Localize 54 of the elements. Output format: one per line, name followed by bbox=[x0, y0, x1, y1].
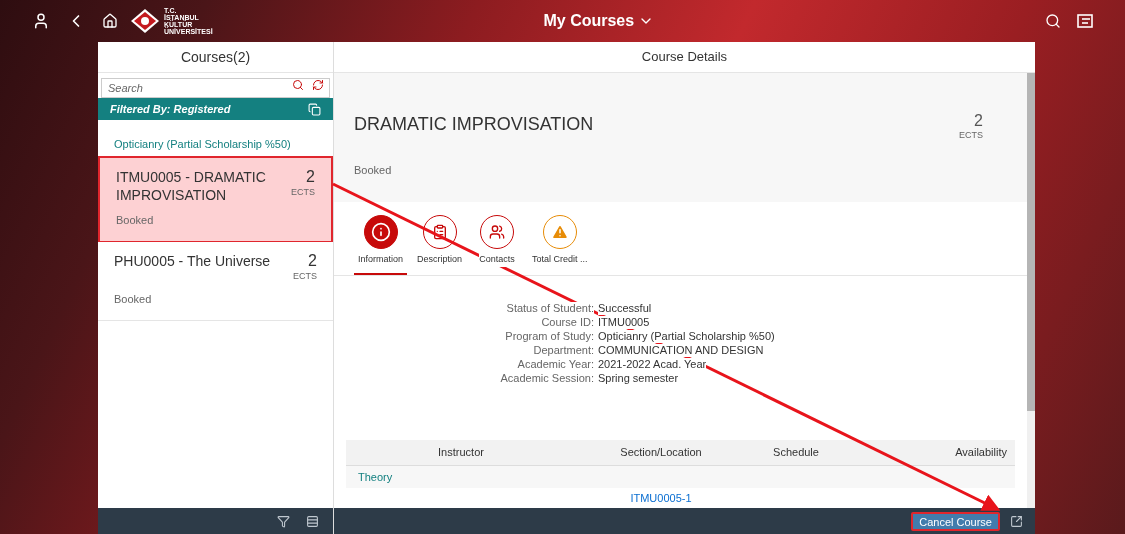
column-header: Instructor bbox=[437, 445, 485, 461]
field-label: Academic Session: bbox=[500, 371, 594, 385]
field-value: ITMU0005 bbox=[598, 315, 650, 329]
info-icon bbox=[363, 215, 398, 249]
course-title: ITMU0005 - DRAMATIC IMPROVISATION bbox=[116, 168, 267, 204]
copy-icon[interactable] bbox=[308, 102, 321, 116]
field-label: Status of Student: bbox=[506, 301, 594, 315]
icon-tab[interactable]: Total Credit ... bbox=[528, 215, 592, 275]
credit-unit: ECTS bbox=[291, 186, 315, 199]
filter-icon[interactable] bbox=[277, 514, 290, 528]
cancel-course-button[interactable]: Cancel Course bbox=[911, 511, 1000, 531]
home-icon[interactable] bbox=[102, 13, 118, 29]
university-logo-icon bbox=[130, 8, 160, 34]
field-value: Opticianry (Partial Scholarship %50) bbox=[598, 329, 775, 343]
refresh-icon[interactable] bbox=[312, 79, 324, 91]
credit-unit: ECTS bbox=[293, 269, 317, 283]
field-label: Program of Study: bbox=[505, 329, 594, 343]
field-label: Course ID: bbox=[541, 315, 594, 329]
filter-label: Filtered By: Registered bbox=[110, 101, 231, 117]
course-list-item[interactable]: ITMU0005 - DRAMATIC IMPROVISATION 2 ECTS Booked bbox=[98, 156, 333, 242]
column-header: Section/Location bbox=[619, 445, 703, 461]
field-value: Successful bbox=[598, 301, 652, 315]
clipboard-icon bbox=[422, 215, 457, 249]
search-icon[interactable] bbox=[292, 79, 304, 91]
section-link[interactable]: ITMU0005-1 bbox=[630, 491, 692, 504]
icon-tab[interactable]: Contacts bbox=[472, 215, 523, 275]
list-icon[interactable] bbox=[306, 514, 319, 528]
credit-value: 2 bbox=[974, 113, 983, 129]
course-title: PHU0005 - The Universe bbox=[114, 251, 272, 271]
object-title: DRAMATIC IMPROVISATION bbox=[354, 113, 594, 136]
field-value: Spring semester bbox=[598, 371, 679, 385]
field-value: COMMUNICATION AND DESIGN bbox=[598, 343, 764, 357]
group-row: Theory bbox=[346, 466, 1015, 488]
people-icon bbox=[480, 215, 515, 249]
field-label: Academic Year: bbox=[517, 357, 594, 371]
page-title-menu[interactable]: My Courses bbox=[543, 9, 655, 33]
field-label: Department: bbox=[533, 343, 594, 357]
course-status: Booked bbox=[116, 213, 155, 228]
search-field[interactable]: Search bbox=[101, 78, 330, 98]
icon-tab[interactable]: Description bbox=[413, 215, 467, 275]
credit-value: 2 bbox=[306, 168, 315, 186]
warning-icon bbox=[542, 215, 577, 249]
column-header: Schedule bbox=[772, 445, 820, 461]
course-status: Booked bbox=[114, 292, 153, 307]
search-icon[interactable] bbox=[1045, 13, 1061, 29]
menu-icon[interactable] bbox=[1077, 14, 1093, 28]
credit-value: 2 bbox=[308, 251, 317, 270]
credit-unit: ECTS bbox=[959, 129, 983, 142]
icon-tab[interactable]: Information bbox=[354, 215, 408, 275]
field-value: 2021-2022 Acad. Year bbox=[598, 357, 707, 371]
group-header: Opticianry (Partial Scholarship %50) bbox=[113, 136, 292, 152]
column-header: Availability bbox=[954, 445, 1008, 461]
object-status: Booked bbox=[354, 163, 393, 178]
share-icon[interactable] bbox=[1010, 514, 1023, 528]
